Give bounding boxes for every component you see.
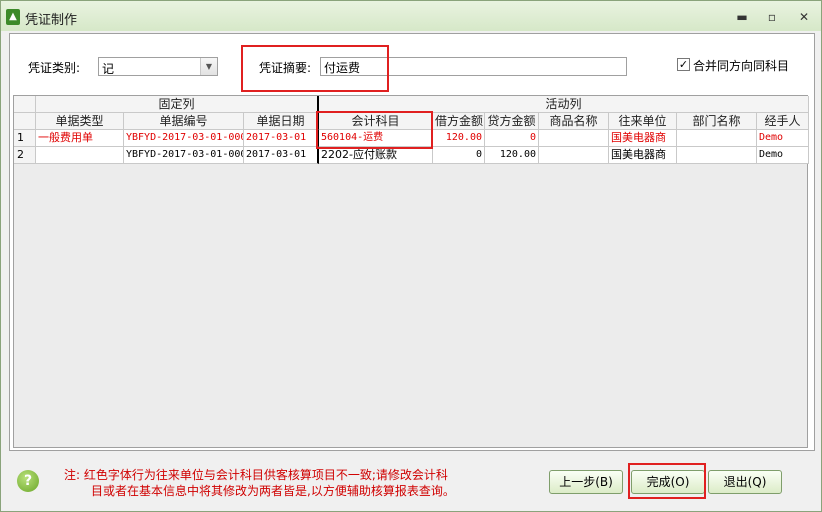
warning-note-line2: 目或者在基本信息中将其修改为两者皆是,以方便辅助核算报表查询。 [91, 484, 455, 498]
maximize-icon[interactable]: ▫ [761, 9, 783, 25]
minimize-icon[interactable]: ▬ [731, 9, 753, 25]
highlight-box-finish [628, 463, 706, 499]
window-title: 凭证制作 [25, 13, 78, 28]
cell-partner[interactable]: 国美电器商 [609, 147, 677, 164]
row-header-corner [14, 113, 36, 130]
app-icon: ▲ [6, 9, 20, 25]
col-debit[interactable]: 借方金额 [433, 113, 485, 130]
voucher-window: ▲ 凭证制作 ▬ ▫ ✕ 凭证类别: 记 ▼ 凭证摘要: 付运费 ✓ 合并同方向… [0, 0, 822, 512]
cell-dept[interactable] [677, 147, 757, 164]
col-credit[interactable]: 贷方金额 [485, 113, 539, 130]
highlight-box-summary [241, 45, 389, 92]
cell-debit[interactable]: 0 [433, 147, 485, 164]
col-product[interactable]: 商品名称 [539, 113, 609, 130]
corner-cell [14, 96, 36, 113]
exit-button[interactable]: 退出(Q) [708, 470, 782, 494]
title-bar: ▲ 凭证制作 ▬ ▫ ✕ [1, 1, 821, 31]
close-icon[interactable]: ✕ [793, 9, 815, 25]
voucher-type-value: 记 [102, 62, 115, 76]
cell-doc-no[interactable]: YBFYD-2017-03-01-000 [124, 130, 244, 147]
cell-dept[interactable] [677, 130, 757, 147]
cell-handler[interactable]: Demo [757, 130, 809, 147]
col-partner[interactable]: 往来单位 [609, 113, 677, 130]
cell-doc-type[interactable] [36, 147, 124, 164]
help-icon[interactable]: ? [17, 470, 39, 492]
row-index[interactable]: 2 [14, 147, 36, 164]
warning-note-line1: 注: 红色字体行为往来单位与会计科目供客核算项目不一致;请修改会计科 [64, 468, 448, 482]
main-panel: 凭证类别: 记 ▼ 凭证摘要: 付运费 ✓ 合并同方向同科目 固定列 活动列 单… [9, 33, 815, 451]
cell-product[interactable] [539, 147, 609, 164]
cell-account[interactable]: 2202-应付账款 [319, 147, 433, 164]
merge-label: 合并同方向同科目 [693, 59, 790, 73]
cell-doc-date[interactable]: 2017-03-01 [244, 147, 319, 164]
voucher-type-select[interactable]: 记 ▼ [98, 57, 218, 76]
highlight-box-account [316, 111, 433, 149]
cell-partner[interactable]: 国美电器商 [609, 130, 677, 147]
prev-button[interactable]: 上一步(B) [549, 470, 623, 494]
cell-credit[interactable]: 0 [485, 130, 539, 147]
cell-product[interactable] [539, 130, 609, 147]
col-handler[interactable]: 经手人 [757, 113, 809, 130]
cell-credit[interactable]: 120.00 [485, 147, 539, 164]
cell-handler[interactable]: Demo [757, 147, 809, 164]
col-doc-type[interactable]: 单据类型 [36, 113, 124, 130]
cell-debit[interactable]: 120.00 [433, 130, 485, 147]
chevron-down-icon[interactable]: ▼ [200, 58, 217, 75]
cell-doc-type[interactable]: 一般费用单 [36, 130, 124, 147]
fixed-group-header: 固定列 [36, 96, 319, 113]
warning-note: 注: 红色字体行为往来单位与会计科目供客核算项目不一致;请修改会计科 目或者在基… [64, 467, 494, 499]
voucher-type-label: 凭证类别: [28, 61, 81, 75]
cell-doc-no[interactable]: YBFYD-2017-03-01-000 [124, 147, 244, 164]
col-doc-no[interactable]: 单据编号 [124, 113, 244, 130]
col-doc-date[interactable]: 单据日期 [244, 113, 319, 130]
merge-checkbox[interactable]: ✓ [677, 58, 690, 71]
cell-doc-date[interactable]: 2017-03-01 [244, 130, 319, 147]
col-dept[interactable]: 部门名称 [677, 113, 757, 130]
row-index[interactable]: 1 [14, 130, 36, 147]
